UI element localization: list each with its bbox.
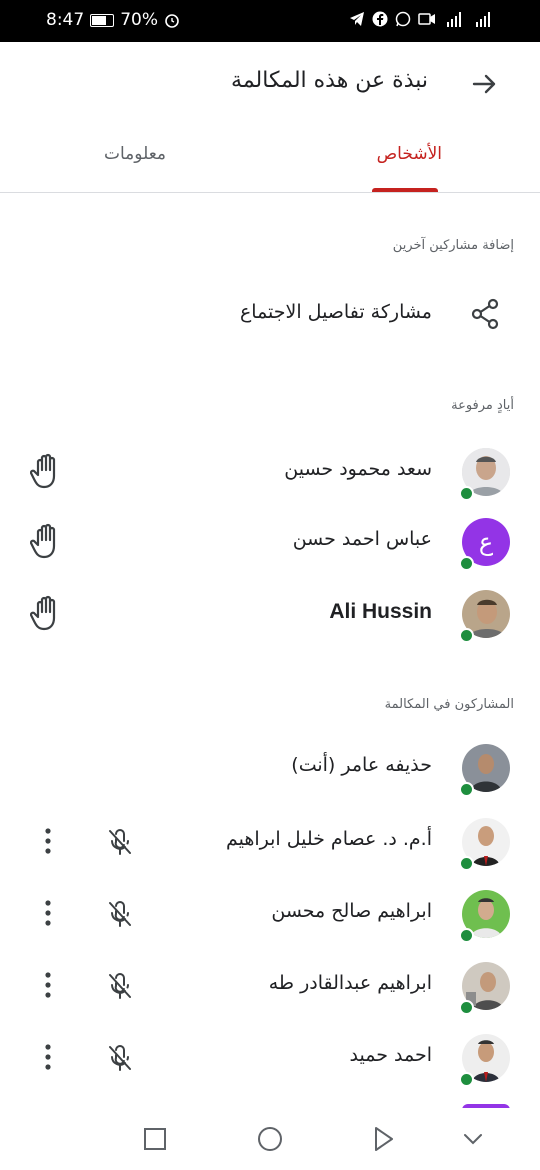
participant-name: عباس احمد حسن	[292, 528, 432, 550]
participant-name: أ.م. د. عصام خليل ابراهيم	[225, 828, 432, 850]
participant-name: سعد محمود حسين	[284, 458, 432, 480]
back-arrow-icon[interactable]	[468, 68, 500, 100]
presence-indicator	[459, 1072, 474, 1087]
presence-indicator	[459, 556, 474, 571]
more-options-icon[interactable]	[38, 970, 58, 1000]
alarm-icon	[165, 14, 179, 28]
raised-hand-row[interactable]: ع عباس احمد حسن	[0, 512, 540, 572]
participant-name: ابراهيم صالح محسن	[271, 900, 432, 922]
tab-bar: الأشخاص معلومات	[0, 130, 540, 193]
participant-name: ابراهيم عبدالقادر طه	[268, 972, 432, 994]
more-options-icon[interactable]	[38, 1042, 58, 1072]
participant-row[interactable]: احمد حميد	[0, 1028, 540, 1088]
presence-indicator	[459, 782, 474, 797]
participant-row[interactable]: أ.م. د. عصام خليل ابراهيم	[0, 812, 540, 872]
share-icon	[471, 298, 499, 330]
battery-icon	[90, 13, 115, 27]
mic-off-icon	[109, 973, 131, 999]
participant-name: حذيفه عامر (أنت)	[291, 754, 432, 776]
whatsapp-icon	[395, 11, 411, 27]
signal-icon	[447, 12, 461, 27]
active-tab-indicator	[372, 188, 438, 192]
tab-people[interactable]: الأشخاص	[377, 144, 442, 164]
participant-name: Ali Hussin	[329, 600, 432, 623]
clock: 8:47	[46, 10, 85, 30]
app-header: نبذة عن هذه المكالمة	[0, 42, 540, 130]
facebook-icon	[372, 11, 388, 27]
more-options-icon[interactable]	[38, 898, 58, 928]
raised-hand-icon[interactable]	[30, 594, 66, 632]
system-nav-bar	[0, 1108, 540, 1170]
participant-row[interactable]: حذيفه عامر (أنت)	[0, 738, 540, 798]
raised-hand-row[interactable]: Ali Hussin	[0, 584, 540, 644]
add-participants-label: إضافة مشاركين آخرين	[392, 238, 514, 253]
back-icon[interactable]	[367, 1122, 401, 1156]
mic-off-icon	[109, 1045, 131, 1071]
telegram-icon	[350, 12, 364, 26]
share-meeting-details-row[interactable]: مشاركة تفاصيل الاجتماع	[0, 295, 540, 337]
status-bar: 8:47 70%	[0, 0, 540, 42]
mic-off-icon	[109, 829, 131, 855]
page-title: نبذة عن هذه المكالمة	[231, 68, 428, 93]
raised-hands-label: أيادٍ مرفوعة	[451, 398, 514, 413]
raised-hand-icon[interactable]	[30, 522, 66, 560]
participant-row[interactable]: ابراهيم صالح محسن	[0, 884, 540, 944]
raised-hand-icon[interactable]	[30, 452, 66, 490]
share-meeting-details-label: مشاركة تفاصيل الاجتماع	[239, 301, 432, 323]
signal-icon-2	[476, 12, 490, 27]
avatar-initial: ع	[478, 528, 494, 556]
presence-indicator	[459, 628, 474, 643]
presence-indicator	[459, 1000, 474, 1015]
presence-indicator	[459, 928, 474, 943]
presence-indicator	[459, 856, 474, 871]
video-icon	[418, 13, 435, 25]
participant-name: احمد حميد	[349, 1044, 432, 1066]
recents-icon[interactable]	[138, 1122, 172, 1156]
mic-off-icon	[109, 901, 131, 927]
home-icon[interactable]	[253, 1122, 287, 1156]
presence-indicator	[459, 486, 474, 501]
in-call-label: المشاركون في المكالمة	[384, 697, 514, 712]
raised-hand-row[interactable]: سعد محمود حسين	[0, 442, 540, 502]
more-options-icon[interactable]	[38, 826, 58, 856]
participant-row[interactable]: ابراهيم عبدالقادر طه	[0, 956, 540, 1016]
chevron-down-icon[interactable]	[456, 1122, 490, 1156]
battery-level: 70%	[120, 10, 158, 30]
tab-info[interactable]: معلومات	[104, 144, 166, 164]
